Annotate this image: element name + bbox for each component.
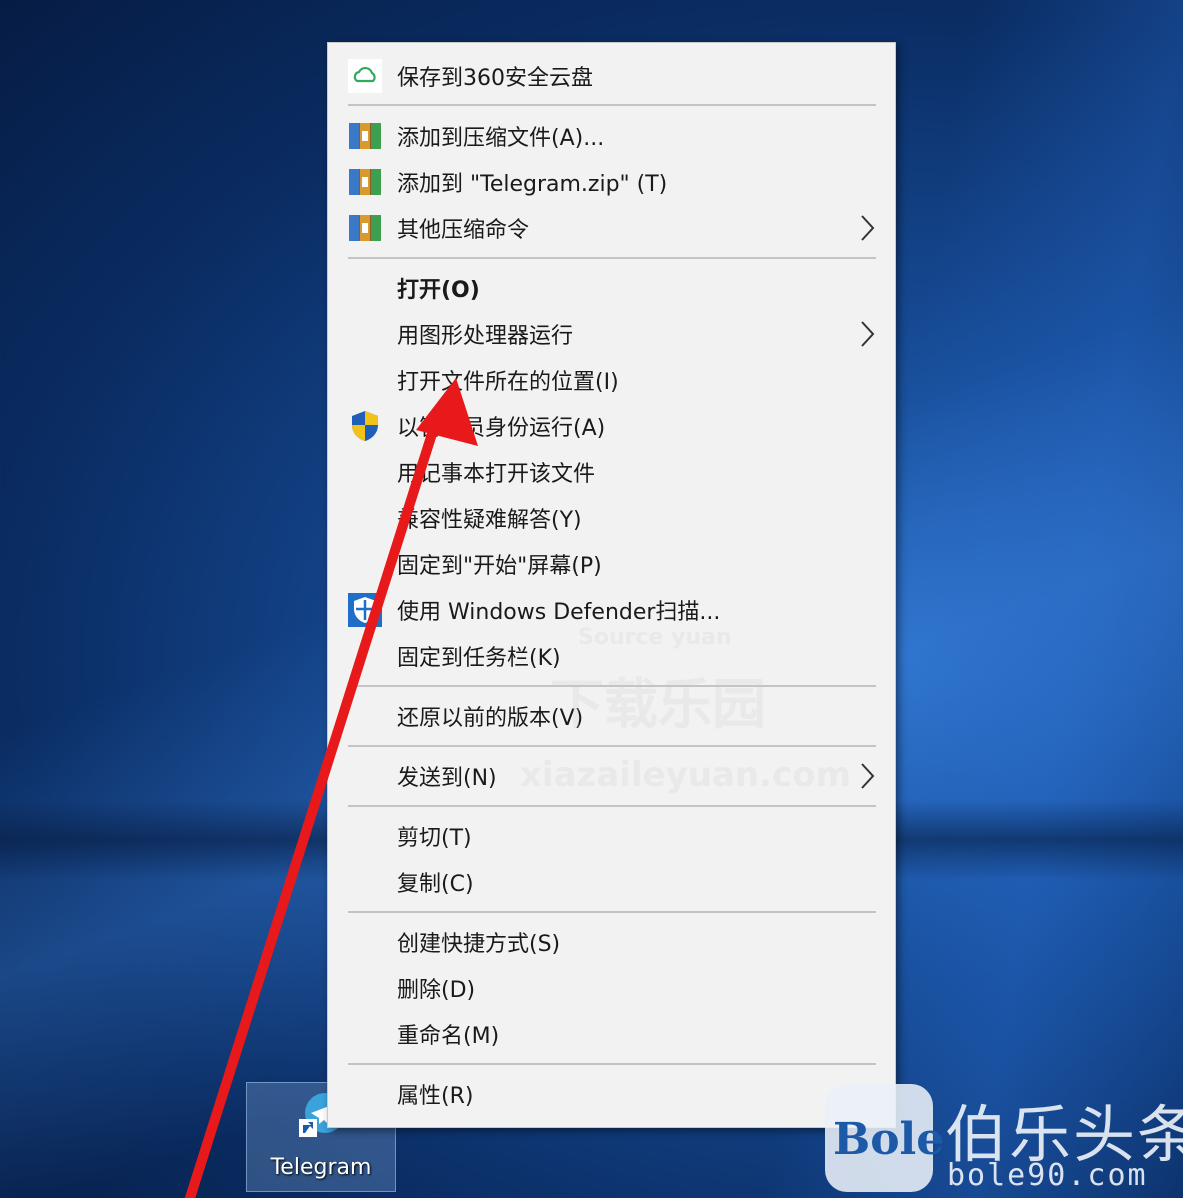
menu-item-restore-previous[interactable]: 还原以前的版本(V) — [328, 693, 895, 739]
menu-item-open-file-location[interactable]: 打开文件所在的位置(I) — [328, 357, 895, 403]
brand-watermark: Bole 伯乐头条 bole90.com — [823, 1082, 1183, 1198]
chevron-right-icon — [861, 321, 875, 347]
context-menu: 保存到360安全云盘 添加到压缩文件(A)... 添加到 "Telegram.z… — [327, 42, 896, 1128]
menu-item-run-with-gpu[interactable]: 用图形处理器运行 — [328, 311, 895, 357]
defender-icon — [348, 593, 382, 627]
menu-item-run-as-admin[interactable]: 以管理员身份运行(A) — [328, 403, 895, 449]
menu-separator — [348, 805, 876, 807]
desktop-icon-label: Telegram — [270, 1155, 372, 1180]
chevron-right-icon — [861, 763, 875, 789]
archive-icon — [349, 215, 381, 241]
cloud-icon — [348, 59, 382, 93]
menu-item-save-to-cloud[interactable]: 保存到360安全云盘 — [328, 53, 895, 99]
menu-separator — [348, 104, 876, 106]
brand-logo: Bole — [825, 1084, 944, 1192]
menu-item-defender-scan[interactable]: 使用 Windows Defender扫描... — [328, 587, 895, 633]
menu-item-cut[interactable]: 剪切(T) — [328, 813, 895, 859]
menu-item-create-shortcut[interactable]: 创建快捷方式(S) — [328, 919, 895, 965]
archive-icon — [349, 123, 381, 149]
menu-item-add-to-zip[interactable]: 添加到 "Telegram.zip" (T) — [328, 159, 895, 205]
menu-separator — [348, 1063, 876, 1065]
menu-item-send-to[interactable]: 发送到(N) — [328, 753, 895, 799]
menu-item-rename[interactable]: 重命名(M) — [328, 1011, 895, 1057]
brand-url: bole90.com — [947, 1158, 1148, 1193]
menu-item-pin-to-start[interactable]: 固定到"开始"屏幕(P) — [328, 541, 895, 587]
menu-separator — [348, 911, 876, 913]
archive-icon — [349, 169, 381, 195]
menu-item-add-to-archive[interactable]: 添加到压缩文件(A)... — [328, 113, 895, 159]
menu-separator — [348, 257, 876, 259]
menu-item-open[interactable]: 打开(O) — [328, 265, 895, 311]
menu-item-open-with-notepad[interactable]: 用记事本打开该文件 — [328, 449, 895, 495]
menu-item-other-compress[interactable]: 其他压缩命令 — [328, 205, 895, 251]
uac-shield-icon — [352, 411, 378, 441]
menu-item-delete[interactable]: 删除(D) — [328, 965, 895, 1011]
menu-item-pin-to-taskbar[interactable]: 固定到任务栏(K) — [328, 633, 895, 679]
chevron-right-icon — [861, 215, 875, 241]
menu-item-troubleshoot-compat[interactable]: 兼容性疑难解答(Y) — [328, 495, 895, 541]
menu-separator — [348, 685, 876, 687]
menu-separator — [348, 745, 876, 747]
menu-item-copy[interactable]: 复制(C) — [328, 859, 895, 905]
menu-item-properties[interactable]: 属性(R) — [328, 1071, 895, 1117]
